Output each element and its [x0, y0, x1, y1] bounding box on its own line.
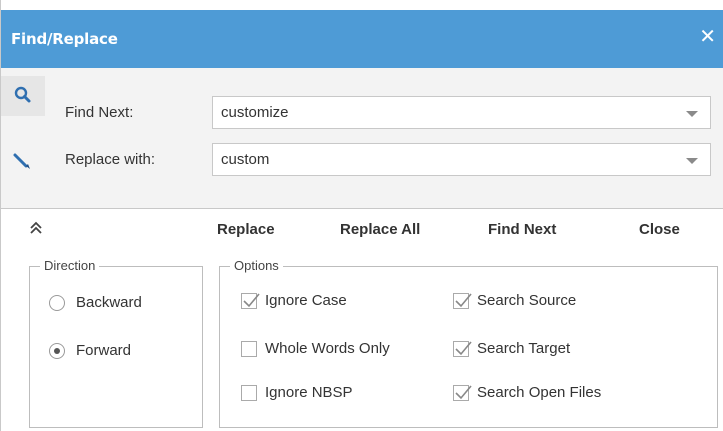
- replace-all-button[interactable]: Replace All: [340, 221, 420, 238]
- search-open-files-label: Search Open Files: [477, 384, 602, 401]
- title-bar: Find/Replace ✕: [1, 10, 723, 68]
- search-source-label: Search Source: [477, 292, 577, 309]
- find-label: Find Next:: [65, 104, 134, 121]
- chevron-down-icon[interactable]: [686, 158, 698, 164]
- close-button[interactable]: Close: [639, 221, 680, 238]
- radio-circle[interactable]: [49, 294, 65, 311]
- checkbox[interactable]: [453, 384, 472, 401]
- double-chevron-up-icon[interactable]: [28, 220, 44, 236]
- radio-forward[interactable]: Forward: [49, 342, 131, 359]
- checkmark-icon: [455, 292, 472, 307]
- replace-button[interactable]: Replace: [217, 221, 275, 238]
- ignore-nbsp-label: Ignore NBSP: [265, 384, 353, 401]
- forward-label: Forward: [76, 342, 132, 359]
- find-replace-dialog: Find/Replace ✕ Find Next: customize Repl…: [0, 0, 723, 431]
- find-replace-panel: Find Next: customize Replace with: custo…: [1, 68, 723, 209]
- checkbox-whole-words[interactable]: Whole Words Only: [241, 340, 390, 357]
- action-bar: Replace Replace All Find Next Close: [1, 208, 723, 250]
- direction-legend: Direction: [40, 258, 100, 273]
- checkmark-icon: [455, 340, 472, 355]
- checkbox-ignore-case[interactable]: Ignore Case: [241, 292, 347, 309]
- replace-label: Replace with:: [65, 151, 156, 168]
- checkbox[interactable]: [453, 292, 472, 309]
- radio-dot: [54, 347, 60, 354]
- radio-circle[interactable]: [49, 342, 65, 359]
- replace-input[interactable]: custom: [212, 143, 711, 176]
- checkbox[interactable]: [241, 292, 260, 309]
- tab-find[interactable]: [1, 76, 45, 116]
- search-icon: [14, 86, 31, 103]
- checkbox[interactable]: [453, 340, 472, 357]
- options-legend: Options: [230, 258, 283, 273]
- checkbox-search-open-files[interactable]: Search Open Files: [453, 384, 601, 401]
- checkbox-ignore-nbsp[interactable]: Ignore NBSP: [241, 384, 353, 401]
- replace-value: custom: [221, 151, 270, 168]
- checkmark-icon: [243, 292, 260, 307]
- checkbox-search-target[interactable]: Search Target: [453, 340, 570, 357]
- close-icon[interactable]: ✕: [699, 26, 716, 48]
- find-next-button[interactable]: Find Next: [488, 221, 556, 238]
- dialog-title: Find/Replace: [11, 30, 118, 48]
- whole-words-label: Whole Words Only: [265, 340, 390, 357]
- search-target-label: Search Target: [477, 340, 571, 357]
- pencil-icon: [13, 153, 30, 169]
- radio-backward[interactable]: Backward: [49, 294, 142, 311]
- checkmark-icon: [455, 384, 472, 399]
- checkbox-search-source[interactable]: Search Source: [453, 292, 576, 309]
- backward-label: Backward: [76, 294, 142, 311]
- tab-replace[interactable]: [1, 138, 45, 178]
- find-value: customize: [221, 104, 289, 121]
- chevron-down-icon[interactable]: [686, 111, 698, 117]
- ignore-case-label: Ignore Case: [265, 292, 347, 309]
- find-input[interactable]: customize: [212, 96, 711, 129]
- checkbox[interactable]: [241, 340, 257, 357]
- checkbox[interactable]: [241, 384, 257, 401]
